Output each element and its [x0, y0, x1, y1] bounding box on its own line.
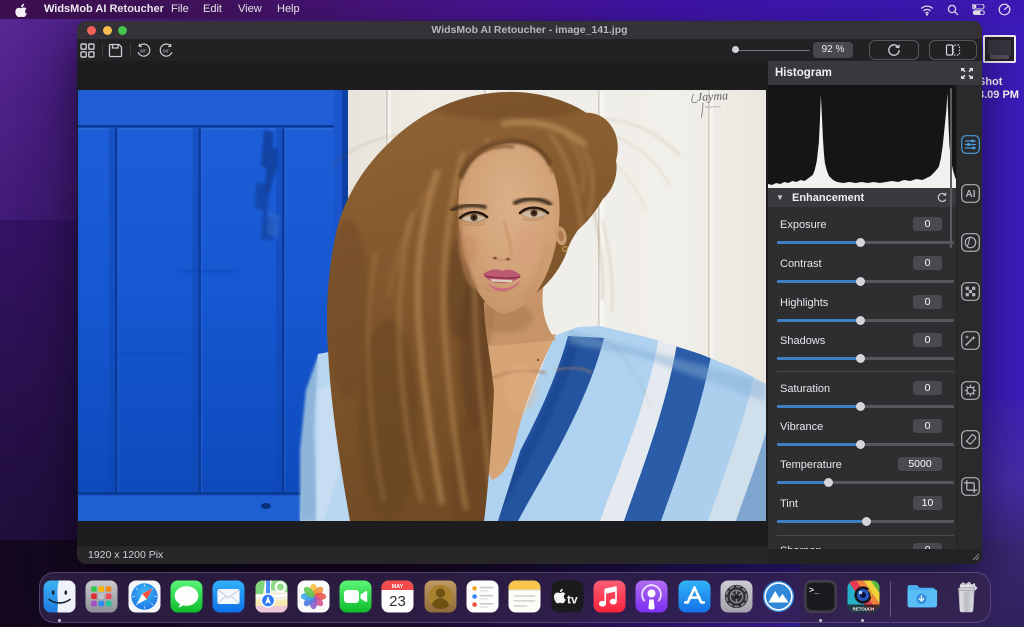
svg-text:>_: >_ [809, 585, 820, 595]
svg-text:90°: 90° [140, 49, 147, 54]
svg-text:RETOUCH: RETOUCH [852, 606, 874, 611]
svg-text:the art house: the art house [705, 104, 721, 109]
svg-text:tv: tv [567, 592, 578, 606]
svg-text:23: 23 [390, 593, 407, 610]
svg-text:90°: 90° [163, 49, 170, 54]
svg-text:MAY: MAY [392, 583, 404, 589]
svg-text:AI: AI [965, 189, 975, 200]
svg-text:Jayma: Jayma [696, 90, 728, 104]
